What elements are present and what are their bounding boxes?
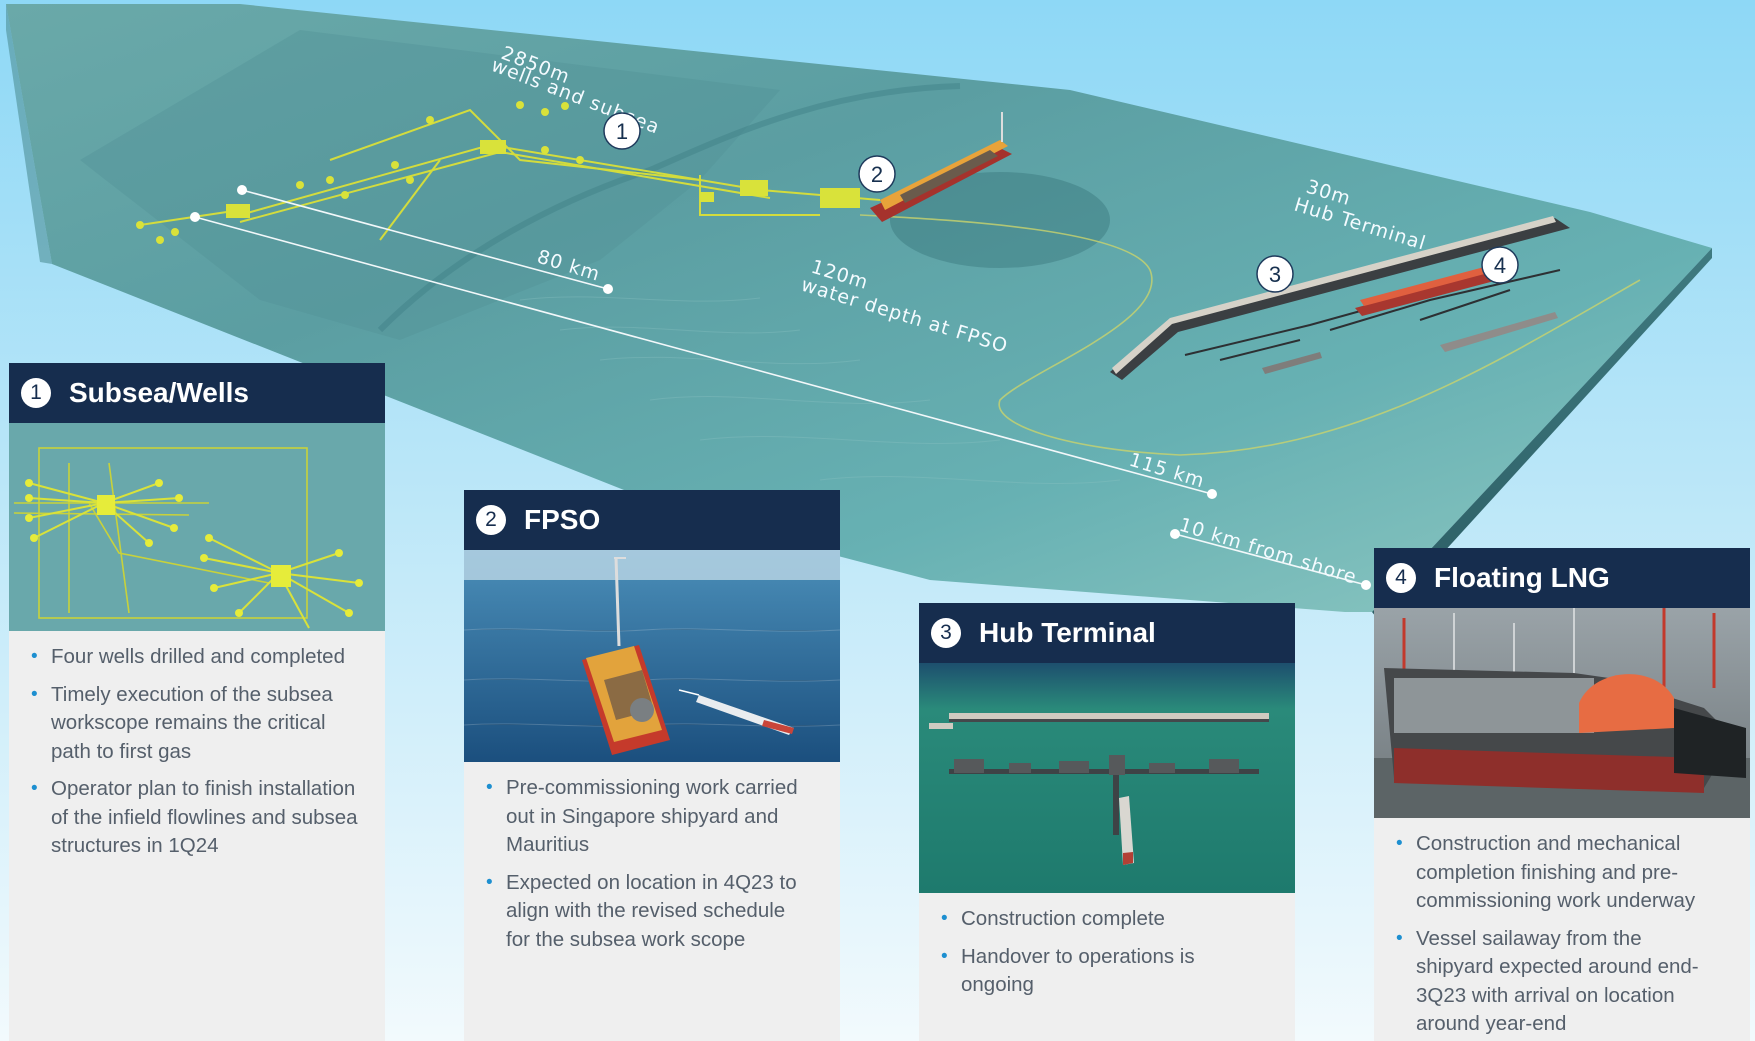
panel-fpso: 2 FPSO Pre-commissioning work carried ou…: [464, 490, 840, 1041]
panel-title: Subsea/Wells: [69, 377, 250, 408]
bullet-item: Handover to operations is ongoing: [941, 943, 1269, 1000]
svg-text:1: 1: [616, 119, 628, 144]
panel-bullets: Pre-commissioning work carried out in Si…: [464, 762, 840, 954]
flng-vessel-image: [1374, 608, 1750, 818]
bullet-item: Expected on location in 4Q23 to align wi…: [486, 869, 814, 955]
panel-bullets: Construction and mechanical completion f…: [1374, 818, 1750, 1039]
map-callout-2: 2: [858, 155, 896, 193]
panel-header: 4 Floating LNG: [1374, 548, 1750, 608]
panel-title: Hub Terminal: [979, 617, 1156, 648]
map-callout-3: 3: [1256, 255, 1294, 293]
bullet-item: Construction complete: [941, 905, 1269, 934]
svg-text:4: 4: [1494, 253, 1506, 278]
map-callout-1: 1: [603, 112, 641, 150]
bullet-item: Operator plan to finish installation of …: [31, 775, 359, 861]
panel-title: FPSO: [524, 504, 601, 535]
panel-number-badge: 2: [476, 505, 506, 535]
svg-text:3: 3: [1269, 262, 1281, 287]
panel-bullets: Four wells drilled and completed Timely …: [9, 631, 385, 861]
hub-terminal-image: [919, 663, 1295, 893]
bullet-item: Timely execution of the subsea workscope…: [31, 681, 359, 767]
panel-number-badge: 3: [931, 618, 961, 648]
panel-floating-lng: 4 Floating LNG Construction and mechanic…: [1374, 548, 1750, 1041]
panel-hub-terminal: 3 Hub Terminal Construction complete Han…: [919, 603, 1295, 1041]
bullet-item: Vessel sailaway from the shipyard expect…: [1396, 925, 1724, 1039]
panel-header: 1 Subsea/Wells: [9, 363, 385, 423]
subsea-layout-image: [9, 423, 385, 631]
panel-number-badge: 4: [1386, 563, 1416, 593]
panel-number-badge: 1: [21, 378, 51, 408]
fpso-vessel-image: [464, 550, 840, 762]
panel-title: Floating LNG: [1434, 562, 1610, 593]
panel-bullets: Construction complete Handover to operat…: [919, 893, 1295, 1000]
bullet-item: Construction and mechanical completion f…: [1396, 830, 1724, 916]
bullet-item: Pre-commissioning work carried out in Si…: [486, 774, 814, 860]
map-callout-4: 4: [1481, 246, 1519, 284]
panel-subsea-wells: 1 Subsea/Wells Four wells drilled and co…: [9, 363, 385, 1041]
svg-text:2: 2: [871, 162, 883, 187]
bullet-item: Four wells drilled and completed: [31, 643, 359, 672]
panel-header: 2 FPSO: [464, 490, 840, 550]
panel-header: 3 Hub Terminal: [919, 603, 1295, 663]
